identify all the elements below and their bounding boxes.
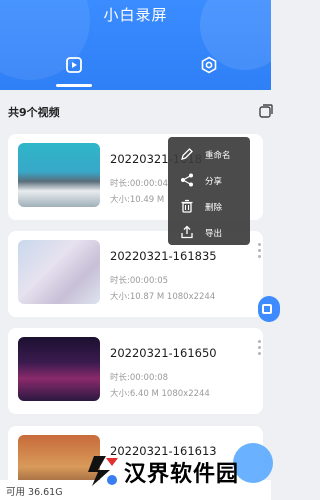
share-icon: [181, 173, 193, 187]
video-size: 大小:10.87 M 1080x2244: [110, 292, 216, 302]
list-header: 共9个视频: [0, 94, 273, 128]
video-name: 20220321-161835: [110, 249, 217, 263]
floating-record-button[interactable]: [258, 296, 280, 322]
storage-available-text: 可用 36.61G: [6, 487, 63, 498]
watermark-text: 汉界软件园: [124, 462, 240, 487]
video-count-label: 共9个视频: [8, 106, 60, 119]
menu-item-delete[interactable]: 删除: [168, 193, 250, 220]
watermark-logo-icon: [88, 456, 118, 486]
app-header: 小白录屏: [0, 0, 271, 90]
tab-settings[interactable]: [198, 54, 220, 76]
menu-item-export[interactable]: 导出: [168, 219, 250, 246]
video-card[interactable]: 20220321-161650 时长:00:00:08 大小:6.40 M 10…: [8, 328, 263, 414]
menu-label: 重命名: [205, 151, 231, 161]
edit-pencil-icon: [181, 148, 193, 160]
menu-label: 导出: [205, 229, 223, 239]
video-size: 大小:6.40 M 1080x2244: [110, 389, 210, 399]
video-name: 20220321-161650: [110, 346, 217, 360]
video-thumbnail[interactable]: [18, 240, 100, 304]
more-options-icon[interactable]: [258, 243, 262, 259]
video-duration: 时长:00:00:05: [110, 276, 169, 286]
active-tab-indicator: [56, 84, 92, 87]
video-size: 大小:10.49 M: [110, 195, 165, 205]
more-options-icon[interactable]: [258, 340, 262, 356]
video-thumbnail[interactable]: [18, 337, 100, 401]
video-duration: 时长:00:00:04: [110, 179, 169, 189]
menu-item-share[interactable]: 分享: [168, 167, 250, 194]
context-menu: 重命名 分享 删除 导出: [168, 137, 250, 245]
floating-button-icon: [262, 304, 272, 314]
watermark: 汉界软件园: [84, 446, 267, 496]
multi-select-icon[interactable]: [259, 104, 273, 118]
tab-videos[interactable]: [63, 54, 85, 76]
video-duration: 时长:00:00:08: [110, 373, 169, 383]
settings-gear-icon: [201, 56, 217, 74]
menu-label: 删除: [205, 203, 223, 213]
menu-item-rename[interactable]: 重命名: [168, 141, 250, 168]
video-thumbnail[interactable]: [18, 143, 100, 207]
menu-label: 分享: [205, 177, 223, 187]
video-tab-icon: [66, 57, 82, 73]
app-title: 小白录屏: [103, 6, 168, 24]
export-icon: [181, 225, 193, 239]
trash-icon: [181, 199, 193, 213]
